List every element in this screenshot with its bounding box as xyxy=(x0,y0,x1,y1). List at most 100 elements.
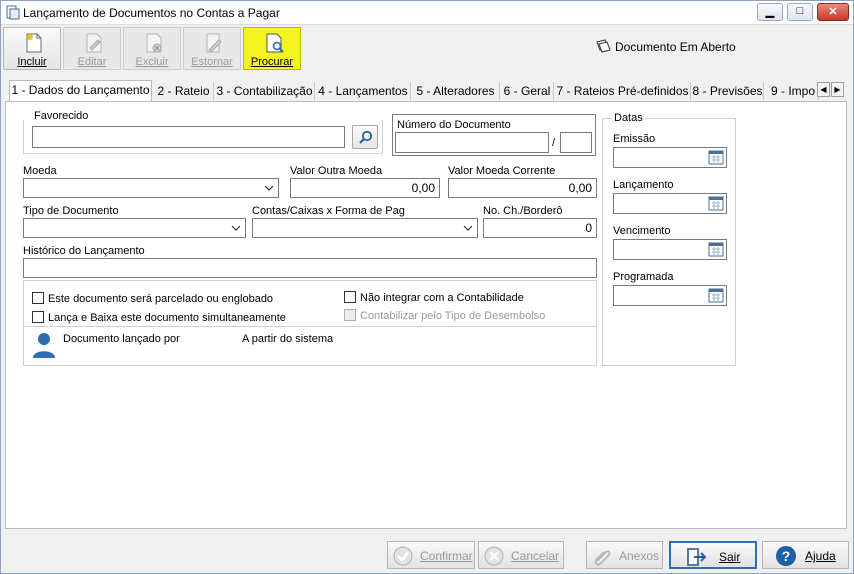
lancado-por-label: Documento lançado por xyxy=(63,333,180,345)
favorecido-label: Favorecido xyxy=(34,110,89,122)
excluir-button[interactable]: Excluir xyxy=(123,27,181,70)
programada-date-input[interactable] xyxy=(613,285,727,306)
tab-rateios-predefinidos[interactable]: 7 - Rateios Pré-definidos xyxy=(555,82,691,100)
procurar-label: Procurar xyxy=(250,56,294,68)
anexos-button[interactable]: Anexos xyxy=(586,541,663,569)
favorecido-search-button[interactable] xyxy=(352,125,378,149)
tab-geral[interactable]: 6 - Geral xyxy=(501,82,554,100)
help-icon: ? xyxy=(776,546,796,566)
valor-moeda-corrente-input[interactable]: 0,00 xyxy=(448,178,597,198)
toolbar: Incluir Editar Excluir Estornar Procurar… xyxy=(1,25,853,73)
minimize-icon: ▁ xyxy=(765,6,775,18)
tab-alteradores[interactable]: 5 - Alteradores xyxy=(412,82,500,100)
valor-outra-moeda-label: Valor Outra Moeda xyxy=(290,165,383,177)
lanca-baixa-label: Lança e Baixa este documento simultaneam… xyxy=(48,312,286,324)
tab-panel: Favorecido Número do Documento / Moeda V… xyxy=(5,101,847,529)
title-bar: Lançamento de Documentos no Contas a Pag… xyxy=(1,1,853,25)
numero-documento-input[interactable] xyxy=(395,132,549,153)
emissao-date-input[interactable] xyxy=(613,147,727,168)
sair-button[interactable]: Sair xyxy=(669,541,757,569)
moeda-label: Moeda xyxy=(23,165,57,177)
contabilizar-tipo-label: Contabilizar pelo Tipo de Desembolso xyxy=(360,310,546,322)
valor-moeda-corrente-label: Valor Moeda Corrente xyxy=(448,165,556,177)
tab-rateio[interactable]: 2 - Rateio xyxy=(154,82,214,100)
editar-button[interactable]: Editar xyxy=(63,27,121,70)
close-icon: ✕ xyxy=(828,6,838,18)
ajuda-label: Ajuda xyxy=(805,549,836,563)
lancamento-date-input[interactable] xyxy=(613,193,727,214)
edit-document-icon xyxy=(86,33,102,53)
no-ch-bordero-label: No. Ch./Borderô xyxy=(483,205,563,217)
tab-dados-lancamento[interactable]: 1 - Dados do Lançamento xyxy=(9,80,152,102)
contas-caixas-label: Contas/Caixas x Forma de Pag xyxy=(252,205,405,217)
editar-label: Editar xyxy=(77,56,107,68)
estornar-button[interactable]: Estornar xyxy=(183,27,241,70)
parcelado-label: Este documento será parcelado ou engloba… xyxy=(48,293,274,305)
svg-text:?: ? xyxy=(782,548,791,564)
incluir-label: Incluir xyxy=(17,56,47,68)
new-document-icon xyxy=(26,33,42,53)
main-window: Lançamento de Documentos no Contas a Pag… xyxy=(0,0,854,574)
anexos-label: Anexos xyxy=(619,549,660,563)
incluir-button[interactable]: Incluir xyxy=(3,27,61,70)
cancelar-button[interactable]: Cancelar xyxy=(478,541,564,569)
parcelado-checkbox[interactable] xyxy=(32,292,44,304)
lanca-baixa-checkbox[interactable] xyxy=(32,311,44,323)
datas-title: Datas xyxy=(612,112,645,124)
calendar-icon[interactable] xyxy=(708,242,724,257)
favorecido-input[interactable] xyxy=(32,126,345,148)
programada-label: Programada xyxy=(613,271,674,283)
lancado-por-value: A partir do sistema xyxy=(242,333,334,345)
check-circle-icon xyxy=(393,546,413,566)
tipo-documento-select[interactable] xyxy=(23,218,246,238)
vencimento-date-input[interactable] xyxy=(613,239,727,260)
contabilizar-tipo-checkbox[interactable] xyxy=(344,309,356,321)
moeda-select[interactable] xyxy=(23,178,279,198)
ajuda-button[interactable]: ? Ajuda xyxy=(762,541,849,569)
valor-outra-moeda-input[interactable]: 0,00 xyxy=(290,178,440,198)
contas-caixas-select[interactable] xyxy=(252,218,478,238)
excluir-label: Excluir xyxy=(135,56,169,68)
emissao-label: Emissão xyxy=(613,133,656,145)
document-status-text: Documento Em Aberto xyxy=(615,40,736,54)
tab-impostos[interactable]: 9 - Impo xyxy=(765,82,819,100)
calendar-icon[interactable] xyxy=(708,196,724,211)
tab-scroll-left-icon[interactable]: ◀ xyxy=(817,82,830,97)
minimize-button[interactable]: ▁ xyxy=(757,3,783,21)
calendar-icon[interactable] xyxy=(708,288,724,303)
document-stack-icon xyxy=(596,39,611,53)
historico-input[interactable] xyxy=(23,258,597,278)
maximize-icon: □ xyxy=(796,5,804,17)
confirmar-button[interactable]: Confirmar xyxy=(387,541,475,569)
no-ch-bordero-input[interactable]: 0 xyxy=(483,218,597,238)
cancelar-label: Cancelar xyxy=(511,549,560,563)
sair-label: Sair xyxy=(719,550,741,564)
tab-lancamentos[interactable]: 4 - Lançamentos xyxy=(316,82,411,100)
tab-strip: 1 - Dados do Lançamento 2 - Rateio 3 - C… xyxy=(5,80,847,102)
numero-documento-suffix-input[interactable] xyxy=(560,132,592,153)
app-document-icon xyxy=(6,5,20,20)
exit-door-icon xyxy=(687,548,707,566)
nao-integrar-checkbox[interactable] xyxy=(344,291,356,303)
chevron-down-icon xyxy=(264,185,274,191)
paperclip-icon xyxy=(594,550,611,566)
calendar-icon[interactable] xyxy=(708,150,724,165)
tab-previsoes[interactable]: 8 - Previsões xyxy=(692,82,764,100)
numero-documento-separator: / xyxy=(552,137,556,149)
historico-label: Histórico do Lançamento xyxy=(23,245,145,257)
reverse-document-icon xyxy=(206,33,222,53)
nao-integrar-label: Não integrar com a Contabilidade xyxy=(360,292,524,304)
confirmar-label: Confirmar xyxy=(420,549,473,563)
vencimento-label: Vencimento xyxy=(613,225,671,237)
user-icon xyxy=(33,333,55,358)
chevron-down-icon xyxy=(463,225,473,231)
maximize-button[interactable]: □ xyxy=(787,3,813,21)
procurar-button[interactable]: Procurar xyxy=(243,27,301,70)
close-button[interactable]: ✕ xyxy=(817,3,849,21)
tab-contabilizacao[interactable]: 3 - Contabilização xyxy=(215,82,315,100)
cancel-circle-icon xyxy=(484,546,504,566)
window-title: Lançamento de Documentos no Contas a Pag… xyxy=(23,6,280,20)
lancamento-label: Lançamento xyxy=(613,179,674,191)
search-icon xyxy=(359,130,373,144)
tab-scroll-right-icon[interactable]: ▶ xyxy=(831,82,844,97)
